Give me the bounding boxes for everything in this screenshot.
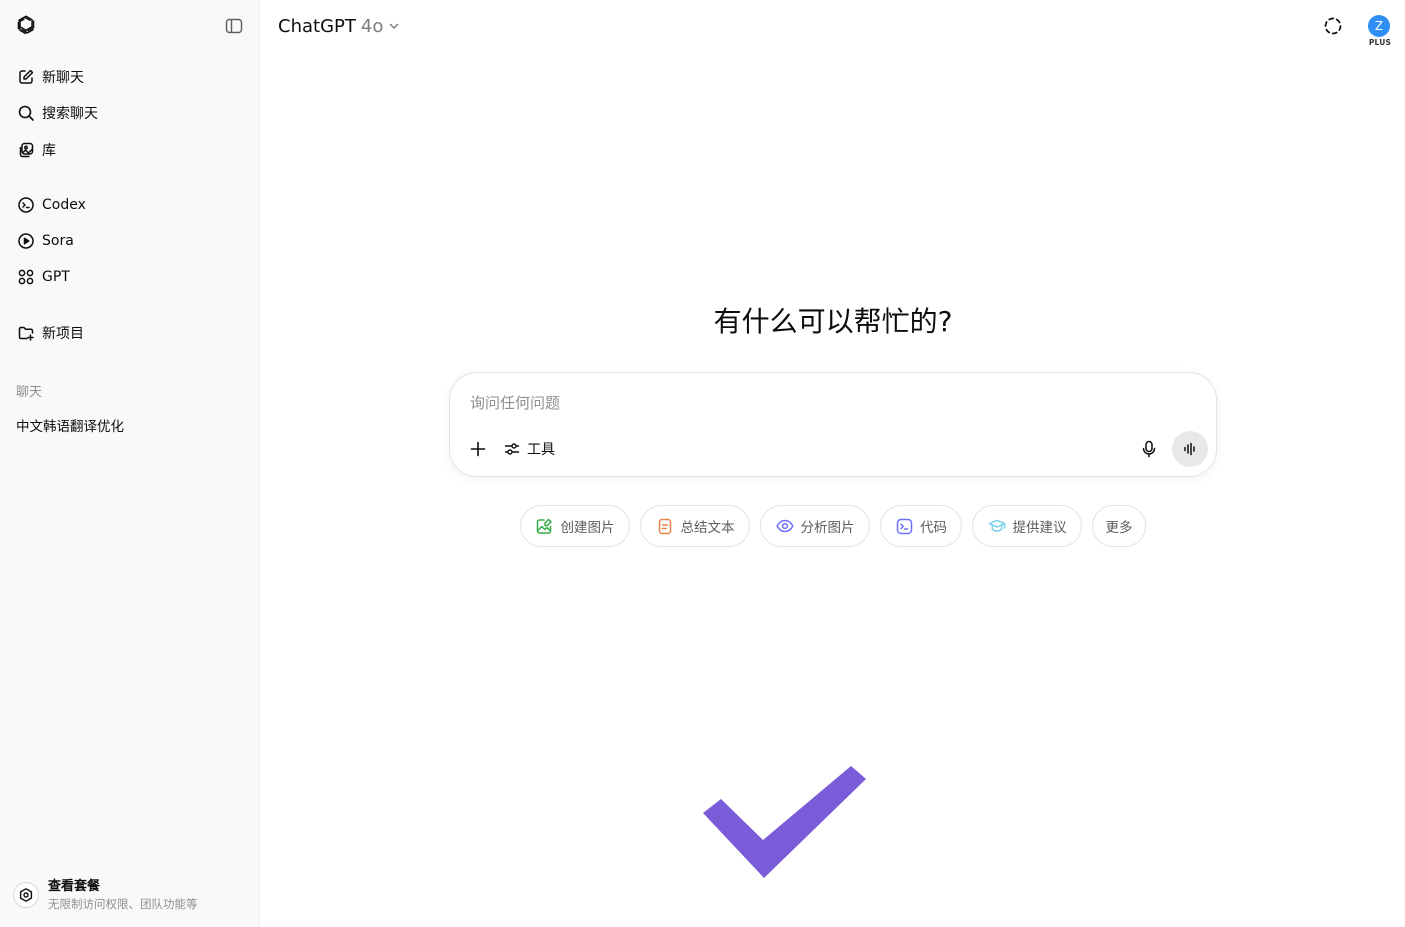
sidebar-item-sora[interactable]: Sora	[8, 225, 252, 257]
suggestion-label: 更多	[1105, 520, 1133, 536]
add-attachment-button[interactable]	[468, 439, 488, 459]
sidebar-item-new-project[interactable]: 新项目	[8, 317, 252, 349]
suggestion-label: 分析图片	[800, 520, 855, 536]
dictate-button[interactable]	[1139, 439, 1159, 459]
chat-title: 中文韩语翻译优化	[16, 419, 124, 435]
voice-waveform-icon	[1184, 442, 1195, 456]
sidebar-toggle-icon[interactable]	[225, 17, 243, 35]
suggestion-summarize-text[interactable]: 总结文本	[640, 505, 750, 547]
grid-icon	[17, 268, 35, 286]
voice-mode-button[interactable]	[1172, 431, 1208, 467]
chats-section-title: 聊天	[16, 385, 43, 400]
sidebar-item-label: 新聊天	[42, 70, 84, 86]
sidebar-item-label: 搜索聊天	[42, 106, 98, 122]
sidebar-item-gpt[interactable]: GPT	[8, 261, 252, 293]
chat-history-item[interactable]: 中文韩语翻译优化	[8, 412, 252, 438]
sidebar-item-codex[interactable]: Codex	[8, 189, 252, 221]
openai-logo-icon[interactable]	[15, 14, 37, 36]
suggestion-code[interactable]: 代码	[880, 505, 962, 547]
microphone-icon	[1142, 440, 1156, 458]
plan-badge: PLUS	[1368, 38, 1392, 47]
prompt-input[interactable]	[470, 389, 1110, 417]
sidebar-item-label: GPT	[42, 269, 70, 285]
model-name: ChatGPT	[278, 15, 356, 37]
app-window: 新聊天 搜索聊天 库 Codex Sora GPT 新项目 聊天 中文韩语翻译优…	[0, 0, 1405, 927]
eye-icon	[775, 517, 794, 535]
document-icon	[656, 517, 674, 535]
suggestion-analyze-image[interactable]: 分析图片	[760, 505, 870, 547]
image-edit-icon	[536, 517, 554, 535]
codex-icon	[17, 196, 35, 214]
images-library-icon	[17, 141, 35, 159]
plus-icon	[470, 441, 486, 457]
main-panel: ChatGPT 4o Z PLUS 有什么可以帮忙的? 询问任何问题 工具 创建…	[260, 0, 1405, 927]
suggestion-label: 代码	[920, 520, 947, 536]
plan-subtitle: 无限制访问权限、团队功能等	[48, 897, 198, 911]
suggestion-more[interactable]: 更多	[1092, 505, 1146, 547]
sidebar-item-label: Sora	[42, 233, 74, 249]
sliders-icon	[504, 443, 520, 455]
sidebar-item-label: 新项目	[42, 326, 84, 342]
upgrade-icon	[13, 882, 39, 908]
temporary-chat-icon[interactable]	[1323, 16, 1343, 36]
sidebar: 新聊天 搜索聊天 库 Codex Sora GPT 新项目 聊天 中文韩语翻译优…	[0, 0, 260, 927]
tools-button[interactable]: 工具	[504, 437, 555, 461]
sidebar-item-new-chat[interactable]: 新聊天	[8, 61, 252, 93]
folder-plus-icon	[17, 324, 35, 342]
graduation-cap-icon	[988, 517, 1006, 535]
model-selector[interactable]: ChatGPT 4o	[278, 13, 400, 39]
sidebar-item-label: Codex	[42, 197, 86, 213]
play-circle-icon	[17, 232, 35, 250]
suggestion-create-image[interactable]: 创建图片	[520, 505, 630, 547]
tools-label: 工具	[527, 442, 555, 458]
suggestion-label: 创建图片	[560, 520, 615, 536]
model-version: 4o	[360, 15, 384, 37]
suggestion-give-advice[interactable]: 提供建议	[972, 505, 1082, 547]
plan-text: 查看套餐 无限制访问权限、团队功能等	[48, 878, 198, 912]
chevron-down-icon	[390, 23, 399, 29]
sidebar-item-library[interactable]: 库	[8, 134, 252, 166]
composer: 工具	[449, 372, 1217, 477]
sidebar-header	[0, 0, 260, 52]
page-title: 有什么可以帮忙的?	[713, 305, 953, 338]
suggestion-label: 总结文本	[680, 520, 735, 536]
avatar-initial: Z	[1374, 19, 1384, 33]
avatar[interactable]: Z	[1368, 15, 1390, 37]
view-plans-button[interactable]: 查看套餐 无限制访问权限、团队功能等	[8, 870, 252, 920]
search-icon	[17, 104, 35, 122]
sidebar-item-label: 库	[42, 143, 56, 159]
suggestion-label: 提供建议	[1012, 520, 1067, 536]
sidebar-item-search-chats[interactable]: 搜索聊天	[8, 97, 252, 129]
terminal-icon	[895, 517, 913, 535]
plan-title: 查看套餐	[48, 879, 101, 894]
checkmark-icon	[703, 766, 866, 878]
edit-icon	[17, 68, 35, 86]
